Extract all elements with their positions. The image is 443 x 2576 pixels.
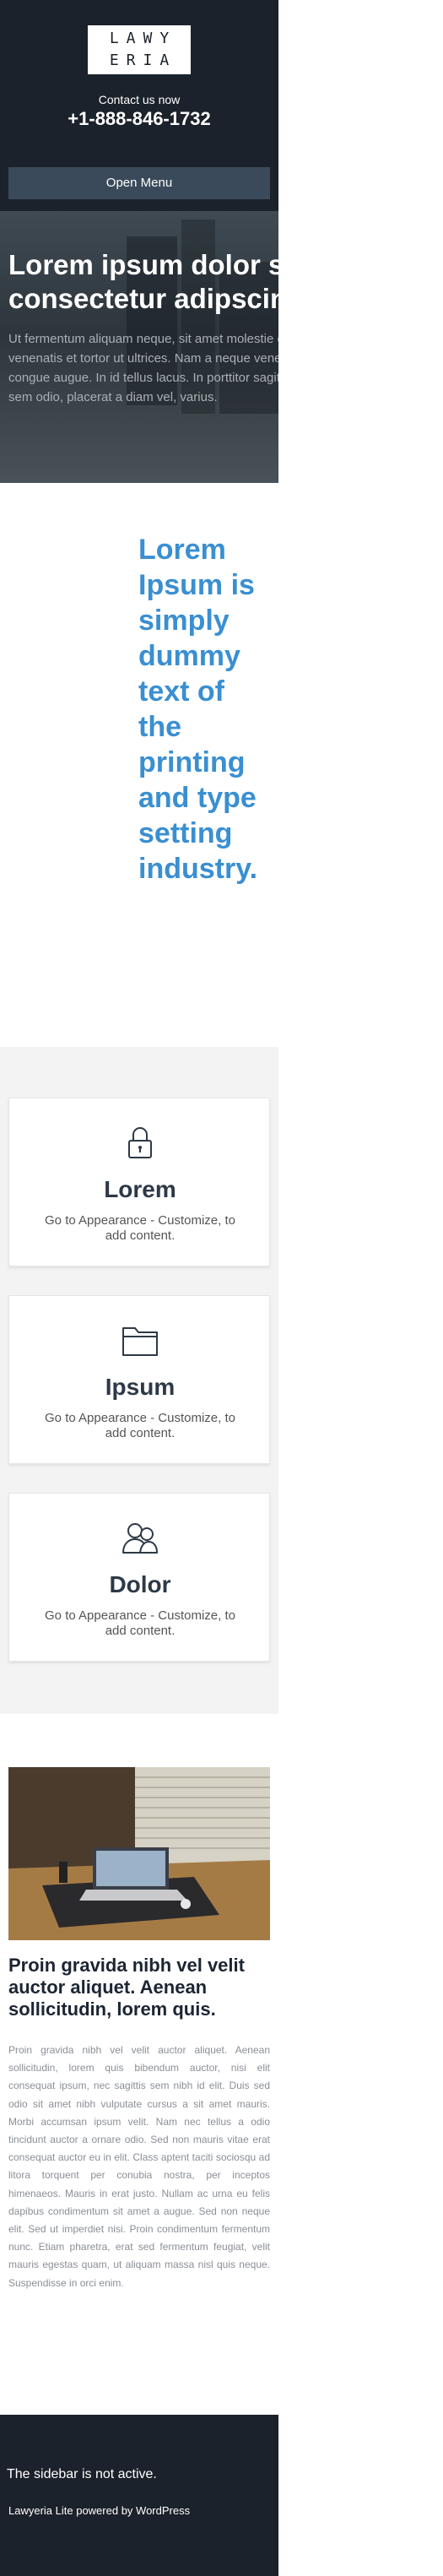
feature-card[interactable]: Ipsum Go to Appearance - Customize, to a… <box>8 1295 270 1464</box>
hero-banner: Lorem ipsum dolor sit amet, consectetur … <box>0 211 278 483</box>
feature-title: Lorem <box>104 1176 176 1202</box>
powered-by-text[interactable]: Lawyeria Lite powered by WordPress <box>8 2504 190 2517</box>
desk-laptop-photo <box>8 1767 270 1940</box>
feature-text: Go to Appearance - Customize, to add con… <box>45 1411 235 1440</box>
post-featured-image[interactable] <box>8 1767 270 1940</box>
site-header: LAWY ERIA Contact us now +1-888-846-1732… <box>0 0 278 211</box>
page-blank-area <box>278 0 443 2576</box>
page: LAWY ERIA Contact us now +1-888-846-1732… <box>0 0 278 2576</box>
hero-text: Ut fermentum aliquam neque, sit amet mol… <box>8 332 278 404</box>
hero-title: Lorem ipsum dolor sit amet, consectetur … <box>8 249 278 314</box>
users-icon <box>122 1523 158 1554</box>
feature-card[interactable]: Lorem Go to Appearance - Customize, to a… <box>8 1098 270 1266</box>
sidebar-inactive-note: The sidebar is not active. <box>7 2467 157 2481</box>
feature-title: Dolor <box>109 1571 171 1597</box>
logo-line-1: LAWY <box>109 30 177 47</box>
site-footer: The sidebar is not active. Lawyeria Lite… <box>0 2415 278 2576</box>
folder-icon <box>122 1327 158 1356</box>
feature-text: Go to Appearance - Customize, to add con… <box>45 1608 235 1638</box>
post-title[interactable]: Proin gravida nibh vel velit auctor aliq… <box>8 1955 274 2020</box>
feature-text: Go to Appearance - Customize, to add con… <box>45 1213 235 1243</box>
feature-card[interactable]: Dolor Go to Appearance - Customize, to a… <box>8 1493 270 1662</box>
logo-line-2: ERIA <box>109 52 177 69</box>
feature-title: Ipsum <box>105 1374 176 1400</box>
site-logo[interactable]: LAWY ERIA <box>88 25 191 74</box>
phone-number[interactable]: +1-888-846-1732 <box>0 108 278 130</box>
features-section: Lorem Go to Appearance - Customize, to a… <box>0 1047 278 1714</box>
intro-heading: Lorem Ipsum is simply dummy text of the … <box>138 534 258 885</box>
lock-icon <box>128 1127 152 1158</box>
open-menu-button[interactable]: Open Menu <box>8 167 270 199</box>
contact-label: Contact us now <box>98 93 181 106</box>
post-excerpt: Proin gravida nibh vel velit auctor aliq… <box>8 2044 270 2289</box>
